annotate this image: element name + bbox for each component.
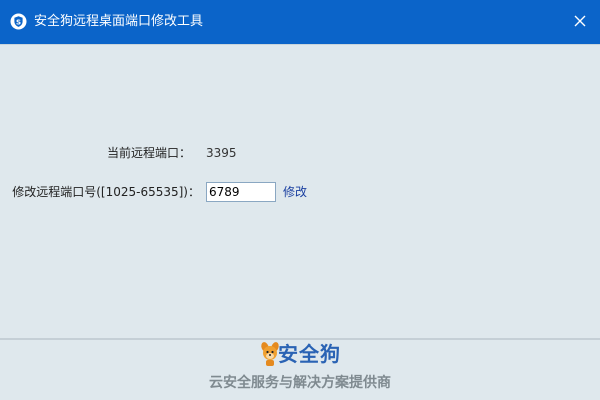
shield-s-icon: S [10, 13, 27, 30]
brand-tagline: 云安全服务与解决方案提供商 [209, 375, 391, 391]
modify-port-label: 修改远程端口号([1025-65535])： [12, 185, 200, 199]
current-port-label: 当前远程端口： [106, 146, 191, 160]
app-window: S 安全狗远程桌面端口修改工具 当前远程端口： 3395 修改远程端口号([10… [0, 0, 600, 400]
window-title: 安全狗远程桌面端口修改工具 [34, 14, 204, 29]
brand-name: 安全狗 [278, 342, 341, 366]
close-icon [574, 15, 586, 30]
main-panel: 当前远程端口： 3395 修改远程端口号([1025-65535])： 修改 [0, 44, 600, 338]
svg-text:S: S [16, 18, 21, 26]
current-port-value: 3395 [206, 146, 237, 160]
modify-button[interactable]: 修改 [283, 184, 307, 200]
title-bar[interactable]: S 安全狗远程桌面端口修改工具 [0, 0, 600, 44]
port-input[interactable] [206, 182, 276, 202]
close-button[interactable] [568, 10, 592, 34]
